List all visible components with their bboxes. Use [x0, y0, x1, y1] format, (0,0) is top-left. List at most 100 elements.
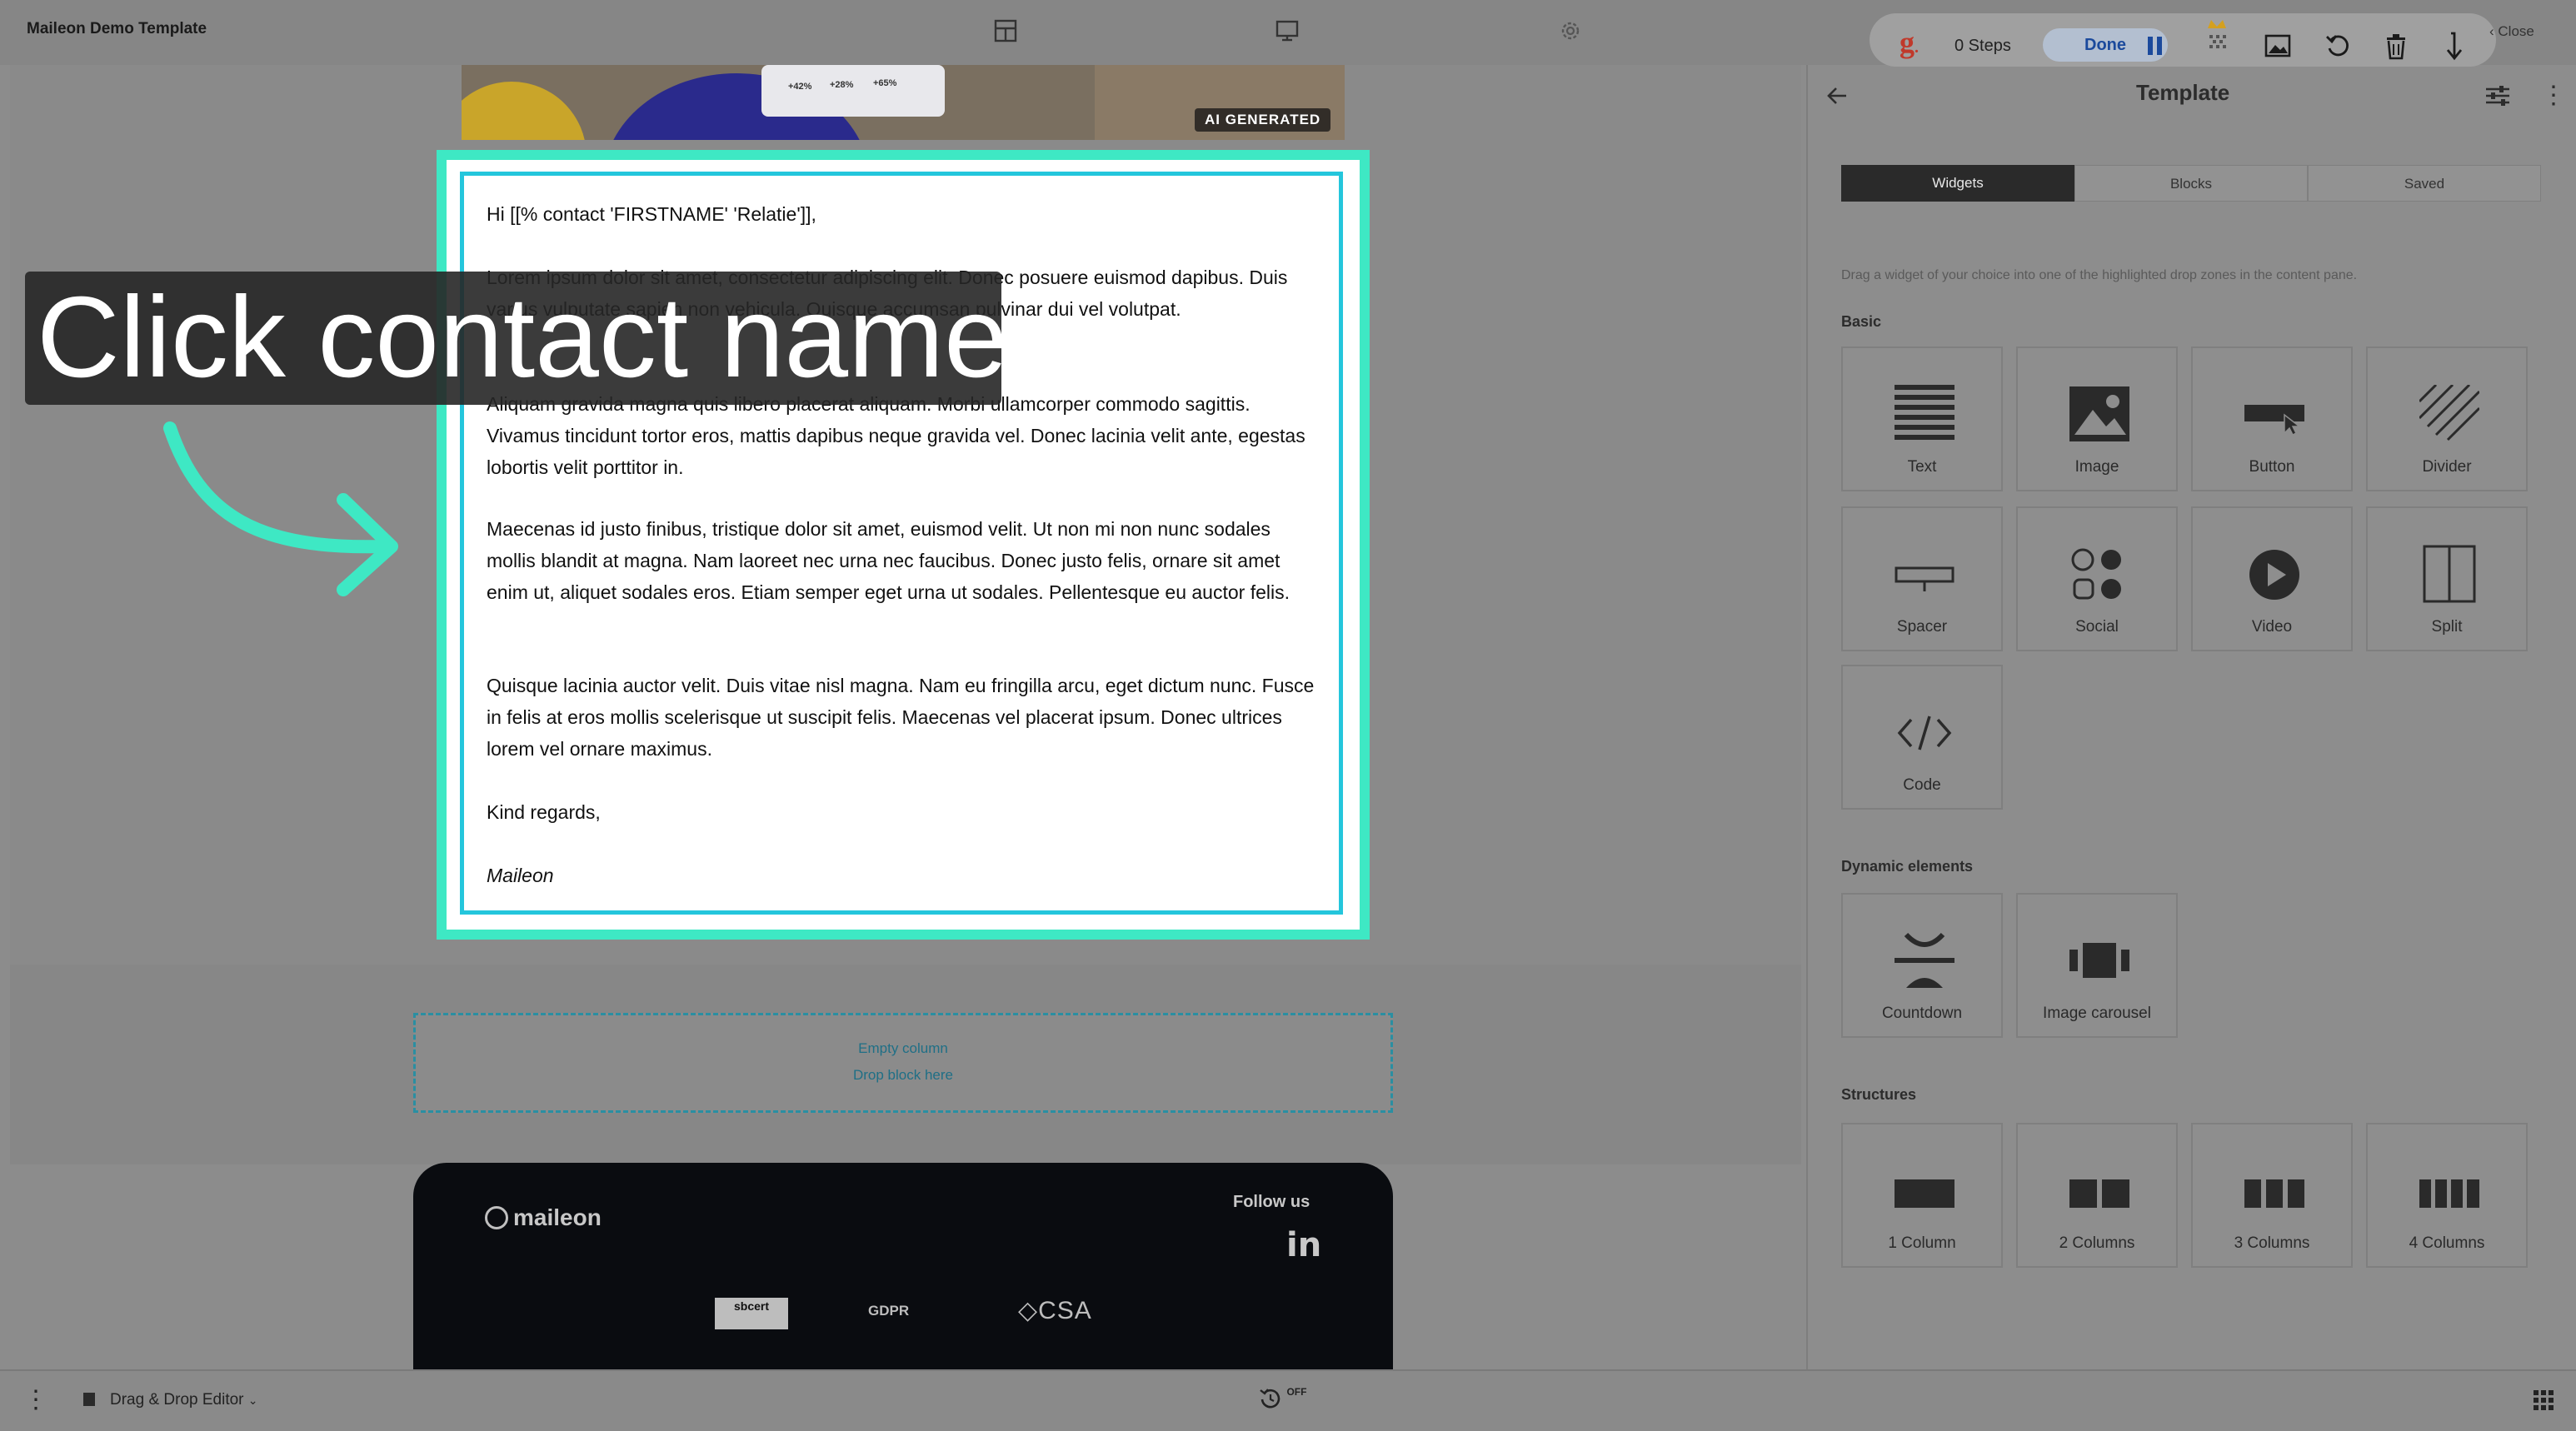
editor-mode-selector[interactable]: Drag & Drop Editor ⌄	[110, 1391, 258, 1409]
hero-stat-2: +28%	[830, 80, 854, 90]
panel-title: Template	[2136, 80, 2230, 105]
structure-2-columns-label: 2 Columns	[2059, 1234, 2135, 1252]
recorder-logo-icon: g.	[1900, 26, 1919, 59]
app-title: Maileon Demo Template	[27, 20, 207, 37]
arrow-down-icon[interactable]	[2443, 32, 2466, 66]
closing-text[interactable]: Kind regards,	[487, 796, 1320, 828]
editor-mode-icon	[82, 1391, 97, 1412]
structures-section-title: Structures	[1841, 1086, 1917, 1103]
widget-image-carousel[interactable]: Image carousel	[2016, 893, 2178, 1038]
signature-text[interactable]: Maileon	[487, 860, 1320, 891]
text-widget-icon	[1895, 385, 1954, 440]
widget-image-carousel-label: Image carousel	[2043, 1005, 2151, 1022]
widget-split[interactable]: Split	[2366, 506, 2528, 651]
widget-text[interactable]: Text	[1841, 347, 2003, 491]
widget-code[interactable]: Code	[1841, 665, 2003, 810]
widget-divider[interactable]: Divider	[2366, 347, 2528, 491]
structure-4-columns[interactable]: 4 Columns	[2366, 1123, 2528, 1268]
tab-saved[interactable]: Saved	[2308, 165, 2541, 202]
structure-3-columns-label: 3 Columns	[2234, 1234, 2310, 1252]
csa-label: CSA	[1038, 1297, 1092, 1324]
csa-badge: ◇CSA	[1018, 1296, 1092, 1325]
email-footer[interactable]: maileon Follow us in sbcert GDPR ◇CSA	[413, 1163, 1393, 1369]
basic-section-title: Basic	[1841, 313, 1882, 330]
autosave-toggle[interactable]: OFF	[1258, 1386, 1306, 1411]
widget-social-label: Social	[2075, 618, 2119, 636]
contact-name-placeholder[interactable]: Hi [[% contact 'FIRSTNAME' 'Relatie']],	[487, 198, 1320, 230]
linkedin-icon[interactable]: in	[1286, 1226, 1321, 1264]
chevron-down-icon: ⌄	[247, 1394, 258, 1407]
spacer-widget-icon	[1895, 566, 1954, 591]
tab-widgets[interactable]: Widgets	[1841, 165, 2074, 202]
footer-brand: maileon	[513, 1204, 602, 1230]
paragraph-4[interactable]: Quisque lacinia auctor velit. Duis vitae…	[487, 670, 1320, 765]
widget-spacer-label: Spacer	[1896, 618, 1948, 636]
panel-help-text: Drag a widget of your choice into one of…	[1841, 268, 2358, 282]
dynamic-section-title: Dynamic elements	[1841, 858, 1974, 875]
widget-split-label: Split	[2431, 618, 2463, 636]
steps-counter: 0 Steps	[1954, 37, 2011, 55]
guide-callout-text: Click contact name	[37, 273, 1008, 401]
image-widget-icon	[2069, 386, 2129, 441]
tab-blocks[interactable]: Blocks	[2074, 165, 2308, 202]
settings-gear-icon[interactable]	[1558, 18, 1583, 43]
ai-generated-badge: AI GENERATED	[1195, 108, 1331, 132]
structure-4-columns-label: 4 Columns	[2409, 1234, 2485, 1252]
more-options-icon[interactable]: ⋮	[2541, 83, 2566, 108]
code-widget-icon	[1897, 716, 1952, 750]
widget-video[interactable]: Video	[2191, 506, 2353, 651]
layout-icon[interactable]	[993, 18, 1018, 43]
apps-grid-icon[interactable]	[2533, 1389, 2554, 1415]
two-columns-icon	[2069, 1179, 2129, 1208]
hero-stat-3: +65%	[873, 78, 897, 88]
close-chevron-icon: ‹	[2489, 23, 2499, 39]
hero-image[interactable]: +42% +28% +65% AI GENERATED	[462, 65, 1345, 140]
autosave-history-icon	[1260, 1389, 1281, 1409]
filter-settings-icon[interactable]	[2484, 83, 2511, 112]
csa-logo-icon: ◇	[1018, 1297, 1039, 1324]
widget-image-label: Image	[2074, 458, 2119, 476]
button-widget-icon	[2244, 405, 2304, 436]
empty-column-dropzone[interactable]: Empty column Drop block here	[413, 1013, 1393, 1113]
widget-code-label: Code	[1903, 776, 1941, 794]
close-label: Close	[2498, 23, 2534, 39]
autosave-status: OFF	[1286, 1386, 1307, 1398]
structure-2-columns[interactable]: 2 Columns	[2016, 1123, 2178, 1268]
one-column-icon	[1895, 1179, 1954, 1208]
paragraph-3[interactable]: Maecenas id justo finibus, tristique dol…	[487, 513, 1320, 608]
widget-button[interactable]: Button	[2191, 347, 2353, 491]
widget-image[interactable]: Image	[2016, 347, 2178, 491]
delete-trash-icon[interactable]	[2384, 33, 2408, 64]
undo-icon[interactable]	[2324, 33, 2351, 62]
structure-1-column-label: 1 Column	[1888, 1234, 1956, 1252]
widget-button-label: Button	[2249, 458, 2295, 476]
structure-1-column[interactable]: 1 Column	[1841, 1123, 2003, 1268]
dropzone-line-1: Empty column	[858, 1040, 948, 1056]
widget-countdown-label: Countdown	[1881, 1005, 1963, 1022]
widget-spacer[interactable]: Spacer	[1841, 506, 2003, 651]
widget-text-label: Text	[1907, 458, 1937, 476]
split-widget-icon	[2423, 545, 2476, 603]
crown-sparkle-icon[interactable]	[2203, 17, 2231, 62]
widget-video-label: Video	[2251, 618, 2293, 636]
dropzone-line-2: Drop block here	[852, 1067, 953, 1083]
divider-widget-icon	[2419, 385, 2479, 441]
maileon-logo-icon	[485, 1206, 508, 1229]
back-arrow-icon[interactable]	[1825, 83, 1850, 112]
pause-icon[interactable]	[2144, 33, 2166, 62]
three-columns-icon	[2244, 1179, 2304, 1208]
widget-social[interactable]: Social	[2016, 506, 2178, 651]
countdown-widget-icon	[1895, 932, 1954, 988]
widget-countdown[interactable]: Countdown	[1841, 893, 2003, 1038]
structure-3-columns[interactable]: 3 Columns	[2191, 1123, 2353, 1268]
desktop-preview-icon[interactable]	[1275, 18, 1300, 43]
image-capture-icon[interactable]	[2264, 33, 2291, 62]
video-widget-icon	[2249, 550, 2299, 600]
follow-us-label: Follow us	[1233, 1193, 1310, 1211]
image-carousel-widget-icon	[2069, 943, 2129, 978]
widget-divider-label: Divider	[2422, 458, 2472, 476]
menu-kebab-icon[interactable]: ⋮	[23, 1388, 48, 1413]
editor-mode-label: Drag & Drop Editor	[110, 1391, 244, 1409]
close-link[interactable]: ‹ Close	[2489, 23, 2534, 40]
social-widget-icon	[2071, 548, 2121, 600]
